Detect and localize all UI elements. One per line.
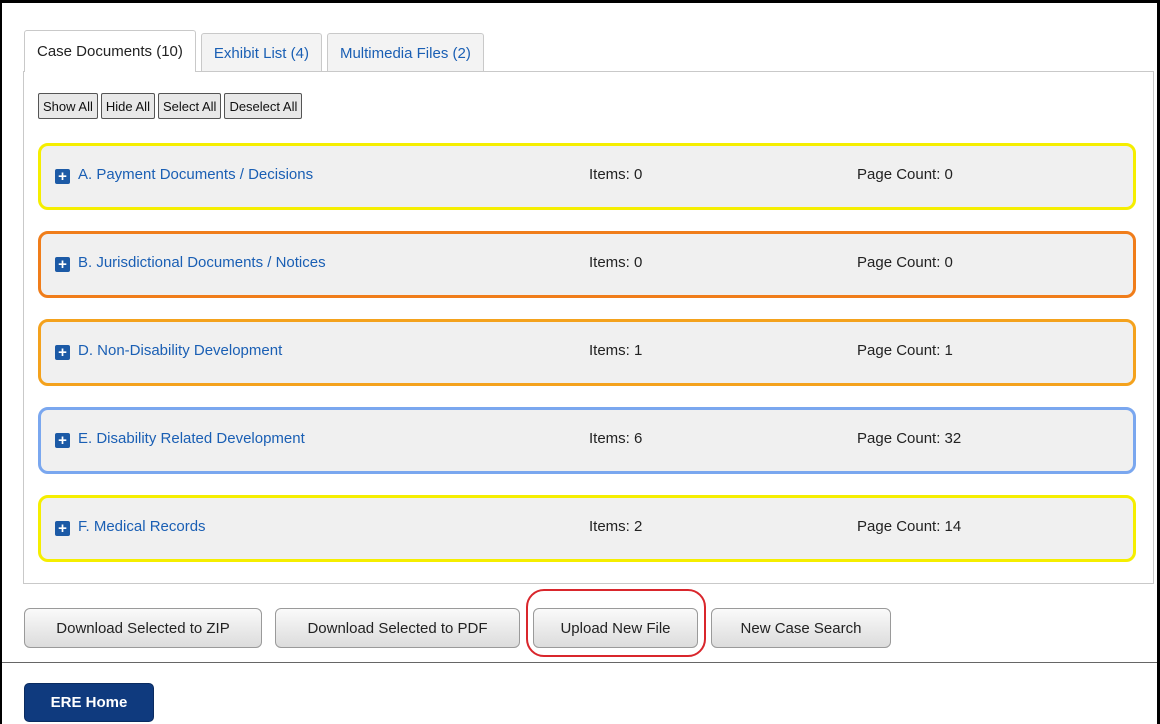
section-items-count: Items: 1	[589, 342, 643, 359]
plus-square-icon[interactable]: +	[55, 433, 70, 448]
section-items-count: Items: 6	[589, 430, 643, 447]
tab-multimedia-files[interactable]: Multimedia Files (2)	[326, 33, 484, 72]
section-items-count: Items: 0	[589, 254, 643, 271]
section-page-count: Page Count: 1	[857, 342, 953, 359]
document-tabs: Case Documents (10) Exhibit List (4) Mul…	[24, 30, 489, 72]
section-title[interactable]: E. Disability Related Development	[78, 430, 305, 447]
section-page-count: Page Count: 0	[857, 166, 953, 183]
show-all-button[interactable]: Show All	[38, 93, 98, 119]
plus-square-icon[interactable]: +	[55, 169, 70, 184]
section-items-count: Items: 2	[589, 518, 643, 535]
section-title[interactable]: D. Non-Disability Development	[78, 342, 282, 359]
section-jurisdictional-documents: + B. Jurisdictional Documents / Notices …	[38, 231, 1136, 298]
section-title[interactable]: A. Payment Documents / Decisions	[78, 166, 313, 183]
selection-toolbar: Show All Hide All Select All Deselect Al…	[38, 93, 303, 119]
window-frame-left	[0, 0, 2, 724]
section-disability-related-development: + E. Disability Related Development Item…	[38, 407, 1136, 474]
ere-home-button[interactable]: ERE Home	[24, 683, 154, 722]
download-pdf-button[interactable]: Download Selected to PDF	[275, 608, 520, 648]
tab-case-documents[interactable]: Case Documents (10)	[24, 30, 196, 72]
plus-square-icon[interactable]: +	[55, 345, 70, 360]
section-page-count: Page Count: 14	[857, 518, 962, 535]
tab-exhibit-list[interactable]: Exhibit List (4)	[200, 33, 322, 72]
section-non-disability-development: + D. Non-Disability Development Items: 1…	[38, 319, 1136, 386]
new-case-search-button[interactable]: New Case Search	[711, 608, 891, 648]
section-payment-documents: + A. Payment Documents / Decisions Items…	[38, 143, 1136, 210]
section-title[interactable]: B. Jurisdictional Documents / Notices	[78, 254, 326, 271]
upload-new-file-button[interactable]: Upload New File	[533, 608, 698, 648]
section-page-count: Page Count: 0	[857, 254, 953, 271]
case-documents-panel: Show All Hide All Select All Deselect Al…	[23, 71, 1154, 584]
download-zip-button[interactable]: Download Selected to ZIP	[24, 608, 262, 648]
deselect-all-button[interactable]: Deselect All	[224, 93, 303, 119]
plus-square-icon[interactable]: +	[55, 521, 70, 536]
section-page-count: Page Count: 32	[857, 430, 962, 447]
section-medical-records: + F. Medical Records Items: 2 Page Count…	[38, 495, 1136, 562]
select-all-button[interactable]: Select All	[157, 93, 222, 119]
window-frame-top	[0, 0, 1160, 3]
section-title[interactable]: F. Medical Records	[78, 518, 206, 535]
plus-square-icon[interactable]: +	[55, 257, 70, 272]
section-items-count: Items: 0	[589, 166, 643, 183]
divider	[2, 662, 1157, 663]
hide-all-button[interactable]: Hide All	[100, 93, 155, 119]
